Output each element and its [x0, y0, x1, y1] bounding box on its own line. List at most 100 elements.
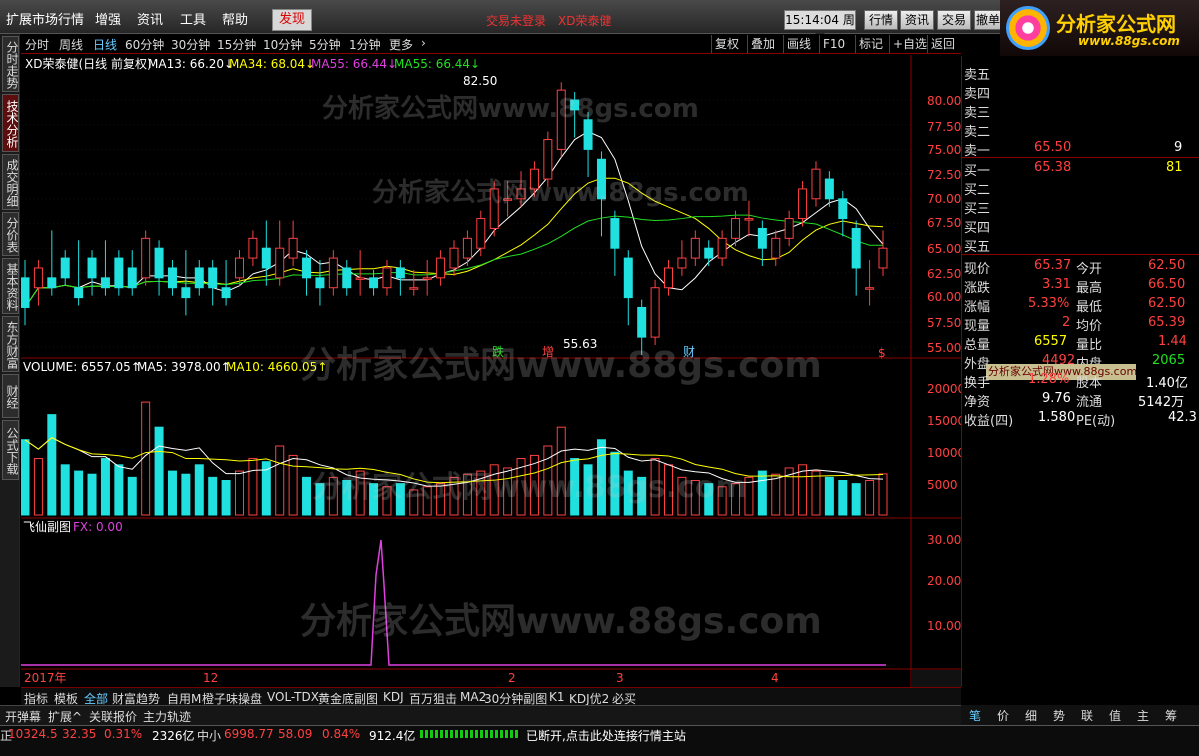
volume-bar[interactable]	[154, 426, 164, 516]
volume-bar[interactable]	[275, 445, 285, 516]
candle[interactable]	[436, 257, 446, 279]
volume-bar[interactable]	[208, 476, 218, 516]
main-force-track-button[interactable]: 主力轨迹	[143, 708, 191, 725]
candle[interactable]	[865, 287, 875, 290]
period-1min[interactable]: 1分钟	[349, 36, 381, 53]
volume-bar[interactable]	[100, 458, 110, 516]
candle[interactable]	[824, 178, 834, 200]
tab-trade-detail[interactable]: 成交明细	[2, 154, 19, 210]
candle[interactable]	[690, 237, 700, 259]
candle[interactable]	[409, 287, 419, 290]
candle[interactable]	[382, 267, 392, 289]
back-button[interactable]: 返回	[927, 35, 958, 53]
menu-news[interactable]: 资讯	[137, 9, 163, 28]
candle[interactable]	[208, 267, 218, 289]
sell1-price[interactable]: 65.50	[1034, 140, 1071, 155]
quote-button[interactable]: 行情	[864, 10, 898, 30]
candle[interactable]	[181, 287, 191, 299]
tab-value[interactable]: 值	[1109, 707, 1121, 724]
candle[interactable]	[717, 237, 727, 259]
tab-kdj[interactable]: KDJ	[383, 690, 404, 704]
candle[interactable]	[221, 287, 231, 299]
candle[interactable]	[275, 247, 285, 279]
tab-main[interactable]: 主	[1137, 707, 1149, 724]
candle[interactable]	[369, 277, 379, 289]
volume-bar[interactable]	[851, 483, 861, 516]
tab-price[interactable]: 价	[997, 707, 1009, 724]
trade-button[interactable]: 交易	[937, 10, 971, 30]
tab-chips[interactable]: 筹	[1165, 707, 1177, 724]
status-index1-value[interactable]: 10324.5	[8, 727, 58, 741]
candle[interactable]	[21, 277, 30, 308]
candle[interactable]	[784, 218, 794, 239]
candle[interactable]	[623, 257, 633, 299]
tab-intraday[interactable]: 分时走势	[2, 36, 19, 92]
candle[interactable]	[288, 237, 298, 259]
candle[interactable]	[60, 257, 70, 279]
candle[interactable]	[154, 247, 164, 279]
volume-bar[interactable]	[127, 476, 137, 516]
overlay-button[interactable]: 叠加	[747, 35, 778, 53]
login-status[interactable]: 交易未登录	[486, 12, 546, 29]
tab-basic-info[interactable]: 基本资料	[2, 258, 19, 314]
candle[interactable]	[771, 237, 781, 259]
volume-bar[interactable]	[33, 458, 43, 516]
candle[interactable]	[342, 267, 352, 289]
candle[interactable]	[462, 237, 472, 259]
menu-extended-market[interactable]: 扩展市场行情	[6, 9, 84, 28]
candle[interactable]	[637, 306, 647, 338]
candle[interactable]	[248, 237, 258, 259]
candle[interactable]	[744, 218, 754, 221]
dollar-marker[interactable]: $	[878, 346, 886, 360]
tab-vol-tdx[interactable]: VOL-TDX	[267, 690, 319, 704]
candle[interactable]	[87, 257, 97, 279]
volume-bar[interactable]	[235, 470, 244, 516]
info-button[interactable]: 资讯	[900, 10, 934, 30]
candle[interactable]	[757, 227, 767, 249]
volume-bar[interactable]	[771, 473, 781, 516]
candle[interactable]	[114, 257, 124, 289]
volume-bar[interactable]	[248, 458, 258, 516]
candle[interactable]	[74, 287, 84, 299]
candle[interactable]	[650, 287, 660, 338]
tab-link[interactable]: 联	[1081, 707, 1093, 724]
volume-bar[interactable]	[878, 473, 888, 516]
period-intraday[interactable]: 分时	[25, 36, 49, 53]
mark-button[interactable]: 标记	[855, 35, 886, 53]
candle[interactable]	[395, 267, 405, 279]
candle[interactable]	[838, 198, 848, 220]
candle[interactable]	[355, 277, 365, 280]
add-watchlist-button[interactable]: +自选	[889, 35, 930, 53]
candle[interactable]	[731, 218, 741, 239]
buy1-price[interactable]: 65.38	[1034, 160, 1071, 175]
volume-bar[interactable]	[221, 480, 231, 516]
menu-enhance[interactable]: 增强	[95, 9, 121, 28]
candle[interactable]	[33, 267, 43, 289]
period-daily[interactable]: 日线	[93, 36, 117, 53]
candle[interactable]	[261, 247, 271, 269]
volume-bar[interactable]	[194, 464, 204, 516]
volume-bar[interactable]	[114, 464, 124, 516]
connection-status[interactable]: 已断开,点击此处连接行情主站	[526, 727, 686, 744]
tab-price-table[interactable]: 分价表	[2, 212, 19, 256]
candle[interactable]	[141, 237, 151, 279]
period-more[interactable]: 更多	[389, 36, 413, 53]
volume-bar[interactable]	[181, 473, 191, 516]
period-30min[interactable]: 30分钟	[171, 36, 210, 53]
tab-ma2[interactable]: MA2	[460, 690, 486, 704]
more-chevron-icon[interactable]: ›	[421, 36, 426, 50]
period-weekly[interactable]: 周线	[59, 36, 83, 53]
danmaku-toggle[interactable]: 开弹幕	[5, 708, 41, 725]
menu-tools[interactable]: 工具	[180, 9, 206, 28]
candle[interactable]	[677, 257, 687, 269]
period-10min[interactable]: 10分钟	[263, 36, 302, 53]
volume-bar[interactable]	[21, 439, 30, 516]
candle[interactable]	[194, 267, 204, 289]
cancel-order-button[interactable]: 撤单	[974, 10, 1002, 30]
candle[interactable]	[302, 257, 312, 279]
candle[interactable]	[315, 277, 325, 289]
volume-bar[interactable]	[811, 470, 821, 516]
menu-help[interactable]: 帮助	[222, 9, 248, 28]
candle[interactable]	[664, 267, 673, 289]
period-60min[interactable]: 60分钟	[125, 36, 164, 53]
